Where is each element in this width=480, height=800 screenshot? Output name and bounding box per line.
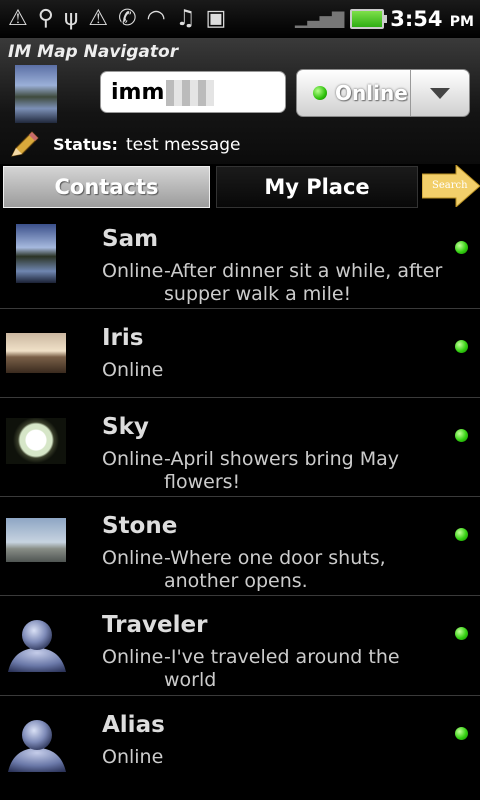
warning-icon: ⚠ [8,6,28,31]
my-avatar[interactable] [15,65,57,123]
presence-button[interactable]: Online [297,70,409,116]
contact-avatar [6,418,66,464]
tab-contacts[interactable]: Contacts [3,166,210,208]
contact-row[interactable]: Iris Online [0,309,480,398]
search-button[interactable]: Search [422,165,480,207]
usb-icon: ψ [63,6,79,31]
contact-row[interactable]: Stone Online -Where one door shuts, anot… [0,497,480,596]
contact-avatar [6,518,66,562]
redacted-text [166,80,215,106]
location-icon: ⚲ [37,6,54,31]
default-user-icon [8,720,66,772]
wifi-icon: ◠ [146,6,166,31]
tab-bar: Contacts My Place Search [0,164,480,210]
online-indicator-icon [455,727,468,740]
online-indicator-icon [455,627,468,640]
contact-presence: Online [102,448,164,470]
warning-icon: ⚠ [88,6,109,31]
contact-status-message: -I've traveled around the world [164,646,400,691]
contact-presence: Online [102,746,164,768]
contact-row[interactable]: Traveler Online -I've traveled around th… [0,596,480,696]
search-label: Search [432,180,468,191]
contact-presence: Online [102,260,164,282]
clock-ampm: PM [449,14,474,30]
online-indicator-icon [455,528,468,541]
contact-status-message: -Where one door shuts, another opens. [164,547,386,592]
online-status-icon [313,86,327,100]
contact-presence: Online [102,646,164,668]
dropdown-arrow-icon [430,87,450,99]
contact-list: Sam Online -After dinner sit a while, af… [0,210,480,784]
contact-presence: Online [102,359,164,381]
online-indicator-icon [455,340,468,353]
contact-name: Traveler [102,612,208,638]
contact-presence: Online [102,547,164,569]
contact-row[interactable]: Sky Online -April showers bring May flow… [0,398,480,497]
profile-header: IM Map Navigator imm Online Status: test… [0,38,480,164]
contact-avatar [6,333,66,373]
contact-name: Sam [102,226,159,252]
presence-label: Online [335,81,408,105]
music-icon: ♫ [175,6,196,31]
online-indicator-icon [455,429,468,442]
tab-my-place[interactable]: My Place [216,166,418,208]
contact-name: Iris [102,325,144,351]
contact-status-message: -After dinner sit a while, after supper … [164,260,443,305]
online-indicator-icon [455,241,468,254]
status-message[interactable]: test message [126,135,240,155]
status-label: Status: [53,135,118,154]
contact-name: Alias [102,712,165,738]
battery-icon [350,9,388,29]
contact-status-message: -April showers bring May flowers! [164,448,400,493]
contact-row[interactable]: Sam Online -After dinner sit a while, af… [0,210,480,309]
clock-time: 3:54 [390,7,443,31]
presence-dropdown-button[interactable] [410,70,469,116]
sim-icon: ▣ [205,6,227,31]
signal-icon: ▁▃▅▇ [295,9,345,28]
phone-icon: ✆ [118,6,137,31]
contact-avatar [16,224,56,283]
clock: 3:54 PM [390,7,474,31]
contact-row[interactable]: Alias Online [0,696,480,784]
pencil-icon[interactable] [8,130,40,160]
username-text: imm [111,80,165,105]
presence-selector[interactable]: Online [296,69,470,117]
contact-name: Sky [102,414,149,440]
contact-name: Stone [102,513,178,539]
username-field[interactable]: imm [100,71,286,113]
default-user-icon [8,620,66,672]
system-status-bar: ⚠ ⚲ ψ ⚠ ✆ ◠ ♫ ▣ ▁▃▅▇ 3:54 PM [0,0,480,38]
app-title: IM Map Navigator [8,42,179,62]
